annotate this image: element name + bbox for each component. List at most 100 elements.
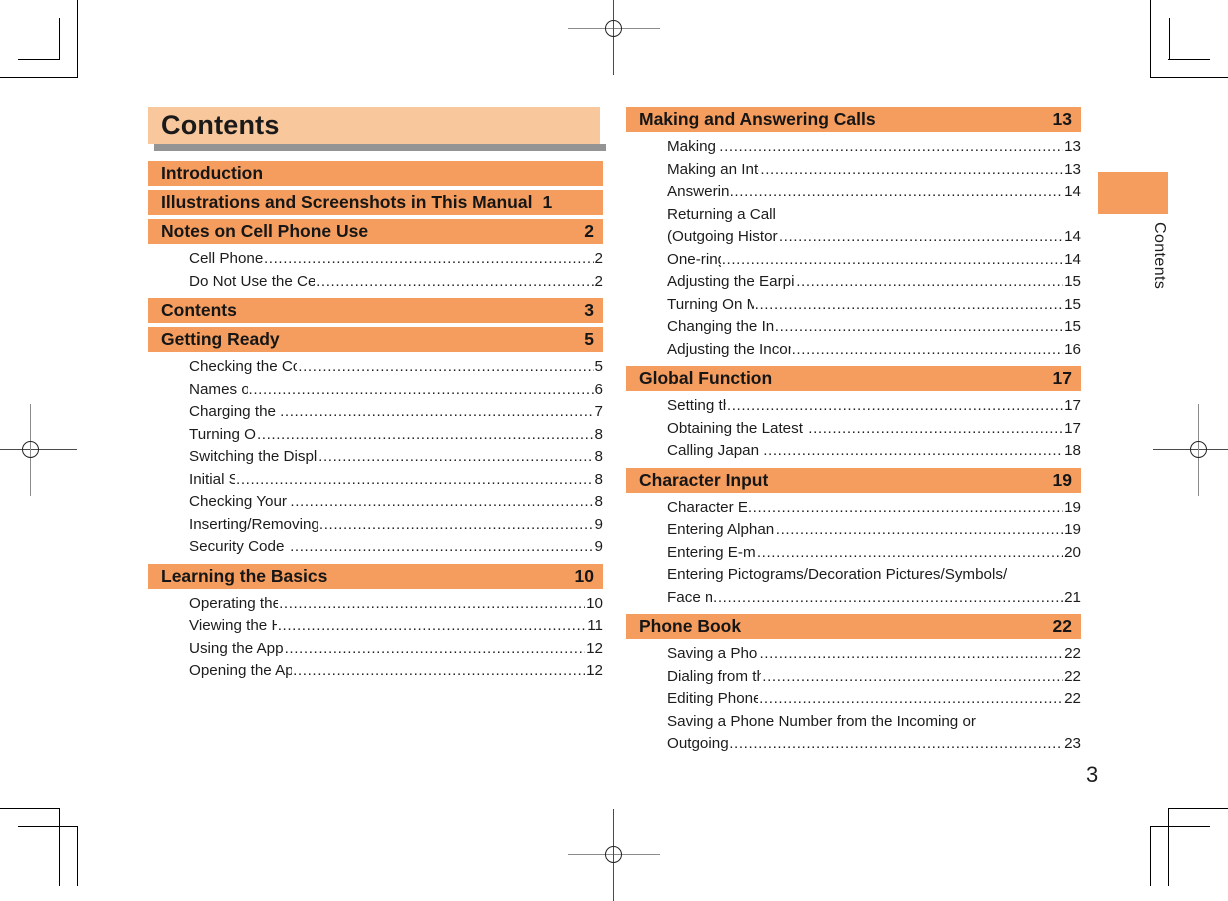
toc-leader-dots: ........................................… <box>778 228 1064 245</box>
crop-mark-bottom-left-vertical-inner <box>77 826 78 886</box>
toc-entry-page-number: 15 <box>1064 295 1081 313</box>
toc-entry[interactable]: Editing Phone Book Entries..............… <box>667 688 1081 711</box>
toc-entry-label: Saving a Phone Book Entry <box>667 645 758 662</box>
toc-entry[interactable]: Security Code and Passwords.............… <box>189 536 603 559</box>
toc-entry-label: Initial Setup <box>189 470 235 488</box>
toc-entry[interactable]: Calling Japan from Overseas.............… <box>667 440 1081 463</box>
toc-leader-dots: ........................................… <box>318 515 594 533</box>
toc-leader-dots: ........................................… <box>775 521 1064 538</box>
toc-leader-dots: ........................................… <box>236 470 594 488</box>
toc-entry[interactable]: Do Not Use the Cell Phone While Driving!… <box>189 271 603 294</box>
toc-entry[interactable]: Turning On Power........................… <box>189 424 603 447</box>
toc-leader-dots: ........................................… <box>756 543 1064 561</box>
toc-entry-page-number: 11 <box>587 617 603 634</box>
toc-entry[interactable]: Adjusting the Incoming Ring Tone Volume.… <box>667 339 1081 362</box>
toc-entry[interactable]: Face marks..............................… <box>667 587 1081 610</box>
toc-entry[interactable]: Names of Parts..........................… <box>189 379 603 402</box>
toc-entry[interactable]: Character Entry Modes...................… <box>667 497 1081 520</box>
toc-entry-page-number: 5 <box>594 358 603 375</box>
toc-entry-page-number: 6 <box>594 380 603 398</box>
toc-entry[interactable]: Making a Call...........................… <box>667 136 1081 159</box>
toc-entry[interactable]: Saving a Phone Book Entry...............… <box>667 643 1081 666</box>
toc-entry-label: Turning On Power <box>189 425 256 443</box>
toc-entry[interactable]: Adjusting the Earpiece Volume during a C… <box>667 271 1081 294</box>
toc-entry[interactable]: Outgoing History........................… <box>667 733 1081 756</box>
toc-entry-page-number: 15 <box>1064 273 1081 290</box>
toc-entry[interactable]: Entering E-mail Addresses...............… <box>667 542 1081 565</box>
toc-entry[interactable]: Inserting/Removing microSD Memory Card..… <box>189 514 603 537</box>
toc-entry-label: Making a Call <box>667 138 718 155</box>
toc-section-heading[interactable]: Character Input 19 <box>626 467 1081 493</box>
toc-leader-dots: ........................................… <box>808 419 1063 437</box>
toc-leader-dots: ........................................… <box>747 498 1063 516</box>
toc-entry[interactable]: Checking Your Phone Number..............… <box>189 491 603 514</box>
toc-entry[interactable]: Returning a Call........................… <box>667 204 1081 227</box>
toc-entry-page-number: 22 <box>1064 667 1081 685</box>
toc-entry-list: Saving a Phone Book Entry...............… <box>626 643 1081 756</box>
toc-leader-dots: ........................................… <box>763 442 1064 459</box>
toc-entry[interactable]: Dialing from the Phone Book.............… <box>667 666 1081 689</box>
toc-entry-label: Saving a Phone Number from the Incoming … <box>667 712 976 730</box>
toc-entry-label: Entering Pictograms/Decoration Pictures/… <box>667 566 1008 583</box>
toc-section-heading[interactable]: Illustrations and Screenshots in This Ma… <box>148 190 603 215</box>
toc-entry-list: Cell Phone Etiquette....................… <box>148 248 603 293</box>
toc-section-label: Learning the Basics <box>161 565 328 586</box>
toc-section-heading[interactable]: Making and Answering Calls 13 <box>626 107 1081 132</box>
toc-entry-page-number: 8 <box>594 448 603 465</box>
toc-entry[interactable]: Answering a Call........................… <box>667 181 1081 204</box>
printed-page: Contents Introduction Illustrations and S… <box>0 0 1228 901</box>
toc-section-heading[interactable]: Phone Book 22 <box>626 614 1081 639</box>
toc-entry[interactable]: Turning On Manner Mode..................… <box>667 294 1081 317</box>
toc-entry-label: Entering Alphanumeric Characters <box>667 521 775 538</box>
toc-entry[interactable]: Operating the Touch Panel...............… <box>189 593 603 616</box>
toc-leader-dots: ........................................… <box>284 639 586 657</box>
toc-section-page-number: 10 <box>574 565 594 586</box>
toc-section-heading[interactable]: Notes on Cell Phone Use 2 <box>148 219 603 244</box>
toc-entry-label: Viewing the Home Screen <box>189 617 277 634</box>
toc-section-heading[interactable]: Learning the Basics 10 <box>148 563 603 589</box>
toc-entry[interactable]: Entering Alphanumeric Characters........… <box>667 519 1081 542</box>
crop-mark-bottom-right-vertical-outer <box>1168 808 1169 886</box>
toc-entry[interactable]: Using the Application Screen............… <box>189 638 603 661</box>
toc-entry[interactable]: Making an International Call............… <box>667 159 1081 182</box>
toc-entry[interactable]: Cell Phone Etiquette....................… <box>189 248 603 271</box>
toc-entry[interactable]: Setting the Area........................… <box>667 395 1081 418</box>
toc-entry[interactable]: Opening the Applications screen.........… <box>189 660 603 683</box>
toc-entry[interactable]: Charging the Battery Pack...............… <box>189 401 603 424</box>
toc-entry-page-number: 14 <box>1064 228 1081 245</box>
toc-entry[interactable]: One-ring Calls..........................… <box>667 249 1081 272</box>
toc-entry[interactable]: Changing the Incoming Ring Tone.........… <box>667 316 1081 339</box>
registration-circle <box>1190 441 1207 458</box>
toc-entry[interactable]: (Outgoing History/Incoming History).....… <box>667 226 1081 249</box>
toc-entry-page-number: 9 <box>594 515 603 533</box>
registration-circle <box>22 441 39 458</box>
toc-leader-dots: ........................................… <box>280 403 594 420</box>
toc-entry-page-number: 22 <box>1064 690 1081 707</box>
toc-entry-label: One-ring Calls <box>667 250 721 268</box>
toc-section-heading[interactable]: Introduction <box>148 161 603 186</box>
toc-entry-label: Names of Parts <box>189 380 248 398</box>
toc-entry[interactable]: Switching the Display Language to Englis… <box>189 446 603 469</box>
toc-entry[interactable]: Entering Pictograms/Decoration Pictures/… <box>667 564 1081 587</box>
registration-crosshair-vertical <box>613 0 614 75</box>
toc-leader-dots: ........................................… <box>791 340 1063 358</box>
toc-entry-label: Checking Your Phone Number <box>189 493 289 510</box>
toc-section-heading[interactable]: Global Function 17 <box>626 366 1081 391</box>
crop-mark-top-left-horizontal-inner <box>18 59 60 60</box>
toc-entry[interactable]: Viewing the Home Screen.................… <box>189 615 603 638</box>
crop-mark-bottom-left-horizontal-outer <box>0 808 60 809</box>
toc-entry[interactable]: Obtaining the Latest PRL (Preferred Roam… <box>667 418 1081 441</box>
toc-leader-dots: ........................................… <box>729 183 1063 200</box>
toc-section-heading[interactable]: Contents 3 <box>148 298 603 323</box>
toc-entry-label: Calling Japan from Overseas <box>667 442 762 459</box>
toc-section-heading[interactable]: Getting Ready 5 <box>148 327 603 352</box>
toc-leader-dots: ........................................… <box>316 272 593 290</box>
page-title-block: Contents <box>148 107 606 151</box>
toc-entry[interactable]: Checking the Contents of the Box........… <box>189 356 603 379</box>
toc-entry-page-number: 9 <box>594 538 603 555</box>
toc-entry-page-number: 7 <box>594 403 603 420</box>
toc-entry[interactable]: Saving a Phone Number from the Incoming … <box>667 711 1081 734</box>
toc-entry-label: Using the Application Screen <box>189 639 284 657</box>
toc-section-label: Introduction <box>161 163 264 183</box>
toc-entry[interactable]: Initial Setup...........................… <box>189 469 603 492</box>
